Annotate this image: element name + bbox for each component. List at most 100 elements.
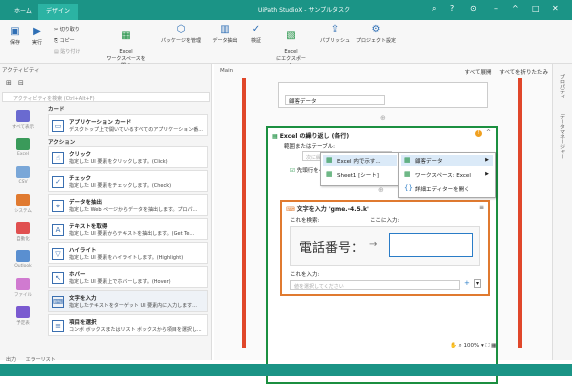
close-icon[interactable]: ✕	[552, 4, 559, 13]
error-list-tab[interactable]: エラーリスト	[26, 357, 56, 363]
category-excel[interactable]: Excel	[8, 138, 38, 157]
notification-icon[interactable]: ⊙	[470, 4, 477, 13]
activity-desc: デスクトップ上で開いているすべてのアプリケーション番...	[69, 127, 203, 133]
run-button[interactable]: ▶ 実行	[28, 26, 46, 46]
activity-highlight[interactable]: ▽ ハイライト 指定した UI 要素をハイライトします。(Highlight)	[48, 242, 208, 264]
save-button[interactable]: ▣ 保存	[6, 26, 24, 46]
type-into-block[interactable]: ⌨ 文字を入力 'gme.-4.5.k' ≡ これを検索: ここに入力: 電話番…	[280, 200, 490, 296]
type-block-title-text: 文字を入力 'gme.-4.5.k'	[296, 206, 369, 213]
activity-title: チェック	[69, 176, 92, 182]
menu-item-customer-data[interactable]: ▦ 顧客データ ▶	[401, 155, 493, 166]
category-action-header[interactable]: アクション	[48, 138, 75, 146]
input-value-field[interactable]: 値を選択してください	[290, 280, 460, 290]
hand-icon[interactable]: ✋	[450, 343, 459, 349]
collapse-block-icon[interactable]: ^	[486, 129, 491, 136]
menu-item-workspace-excel[interactable]: ▦ ワークスペース: Excel ▶	[401, 169, 493, 180]
data-extract-button[interactable]: ▥ データ抽出	[212, 24, 238, 44]
activity-title: データを抽出	[69, 200, 103, 206]
activity-extract-data[interactable]: ⌖ データを抽出 指定した Web ページからデータを抽出します。プロパ...	[48, 194, 208, 216]
click-icon: ☝	[52, 152, 64, 164]
properties-tab[interactable]: プロパティ	[559, 74, 566, 99]
paste-button[interactable]: ▤ 貼り付け	[54, 48, 80, 55]
menu-item-sheet1[interactable]: ▦ Sheet1 [シート]	[323, 169, 397, 180]
excel-export-button[interactable]: ▧ Excel にエクスポート	[276, 24, 306, 69]
manage-packages-button[interactable]: ⬡ パッケージを管理	[160, 24, 202, 44]
menu-icon[interactable]: ≡	[479, 204, 484, 211]
category-outlook[interactable]: Outlook	[8, 250, 38, 269]
output-tab[interactable]: 出力	[6, 357, 16, 363]
category-file-label: ファイル	[14, 293, 32, 298]
add-activity-icon[interactable]: ⊕	[378, 186, 384, 194]
validate-button[interactable]: ✓ 検証	[246, 24, 266, 44]
category-all[interactable]: すべて表示	[8, 110, 38, 130]
category-calendar[interactable]: 予定表	[8, 306, 38, 326]
maximize-icon[interactable]: □	[532, 4, 540, 13]
publish-button[interactable]: ⇪ パブリッシュ	[318, 24, 352, 44]
arrow-right-icon: →	[369, 239, 378, 250]
collapse-icon[interactable]: ⊟	[18, 79, 24, 87]
add-activity-icon[interactable]: ⊕	[380, 114, 386, 122]
activity-check[interactable]: ✓ チェック 指定した UI 要素をチェックします。(Check)	[48, 170, 208, 192]
category-excel-icon	[16, 138, 30, 150]
activity-type-into[interactable]: ⌨ 文字を入力 指定したテキストをターゲット UI 要素内に入力します...	[48, 290, 208, 312]
expand-all-link[interactable]: すべて展開	[465, 70, 492, 76]
category-csv[interactable]: CSV	[8, 166, 38, 185]
collapse-all-link[interactable]: すべてを折りたたみ	[499, 70, 548, 76]
activity-click[interactable]: ☝ クリック 指定した UI 要素をクリックします。(Click)	[48, 146, 208, 168]
overview-icon[interactable]: ▦	[491, 343, 496, 349]
activity-search-input[interactable]: アクティビティを検索 (Ctrl+Alt+F)	[2, 92, 210, 102]
category-file[interactable]: ファイル	[8, 278, 38, 298]
category-automation[interactable]: 自動化	[8, 222, 38, 242]
search-icon[interactable]: ⌕	[432, 4, 436, 14]
category-all-icon	[16, 110, 30, 122]
category-card-header[interactable]: カード	[48, 105, 65, 113]
target-preview[interactable]: 電話番号： →	[290, 226, 480, 266]
plus-icon[interactable]: +	[464, 279, 470, 287]
minimize-icon[interactable]: –	[494, 4, 498, 13]
category-all-label: すべて表示	[11, 125, 34, 130]
activity-select-item[interactable]: ≡ 項目を選択 コンボ ボックスまたはリスト ボックスから項目を選択し...	[48, 314, 208, 336]
excel-block-title-text: Excel の繰り返し (各行)	[279, 133, 350, 140]
keyboard-icon: ⌨	[286, 206, 297, 213]
category-outlook-icon	[16, 250, 30, 262]
warning-icon[interactable]: !	[475, 130, 482, 137]
activity-title: ハイライト	[69, 248, 97, 254]
restore-icon[interactable]: ^	[512, 4, 519, 13]
menu-item-open-editor[interactable]: {} 詳細エディターを開く	[401, 183, 493, 194]
category-system[interactable]: システム	[8, 194, 38, 214]
input-label: これを入力:	[290, 272, 320, 278]
window-icon: ▭	[52, 120, 64, 132]
category-automation-icon	[16, 222, 30, 234]
category-csv-icon	[16, 166, 30, 178]
excel-icon: ▦	[326, 156, 333, 164]
zoom-level[interactable]: 100%	[463, 343, 479, 349]
project-settings-button[interactable]: ⚙ プロジェクト設定	[356, 24, 396, 44]
validate-label: 検証	[250, 38, 261, 44]
activity-desc: 指定したテキストをターゲット UI 要素内に入力します...	[69, 303, 197, 309]
category-system-label: システム	[14, 209, 32, 214]
activity-hover[interactable]: ↖ ホバー 指定した UI 要素上でホバーします。(Hover)	[48, 266, 208, 288]
data-extract-label: データ抽出	[212, 38, 238, 44]
activity-app-card[interactable]: ▭ アプリケーション カード デスクトップ上で開いているすべてのアプリケーション…	[48, 114, 208, 136]
activity-desc: 指定した UI 要素からテキストを抽出します。(Get Te...	[69, 231, 195, 237]
workflow-tab[interactable]: Main	[220, 68, 233, 74]
cut-button[interactable]: ✂ 切り取り	[54, 26, 80, 33]
data-manager-tab[interactable]: データマネージャー	[559, 114, 566, 159]
paste-label: 貼り付け	[60, 49, 81, 55]
expand-icon[interactable]: ⊞	[6, 79, 12, 87]
top-activity-card[interactable]: 顧客データ	[278, 82, 488, 108]
menu-item-label: Sheet1 [シート]	[337, 173, 379, 179]
tab-design[interactable]: デザイン	[38, 4, 79, 20]
activity-get-text[interactable]: A テキストを取得 指定した UI 要素からテキストを抽出します。(Get Te…	[48, 218, 208, 240]
copy-button[interactable]: ⎘ コピー	[54, 37, 75, 44]
excel-workspace-button[interactable]: ▦ Excel ワークスペースを開く	[104, 24, 148, 69]
excel-icon: ▦	[121, 30, 131, 41]
top-card-value[interactable]: 顧客データ	[285, 95, 385, 105]
tab-home[interactable]: ホーム	[6, 4, 40, 20]
publish-icon: ⇪	[330, 24, 340, 35]
dropdown-icon[interactable]: ▾	[474, 279, 482, 288]
help-icon[interactable]: ?	[450, 4, 454, 13]
menu-item-show-in-excel[interactable]: ▦ Excel 内で示す...	[323, 155, 397, 166]
category-system-icon	[16, 194, 30, 206]
ribbon: ▣ 保存 ▶ 実行 ✂ 切り取り ⎘ コピー ▤ 貼り付け ▦ Excel ワー…	[0, 20, 572, 69]
